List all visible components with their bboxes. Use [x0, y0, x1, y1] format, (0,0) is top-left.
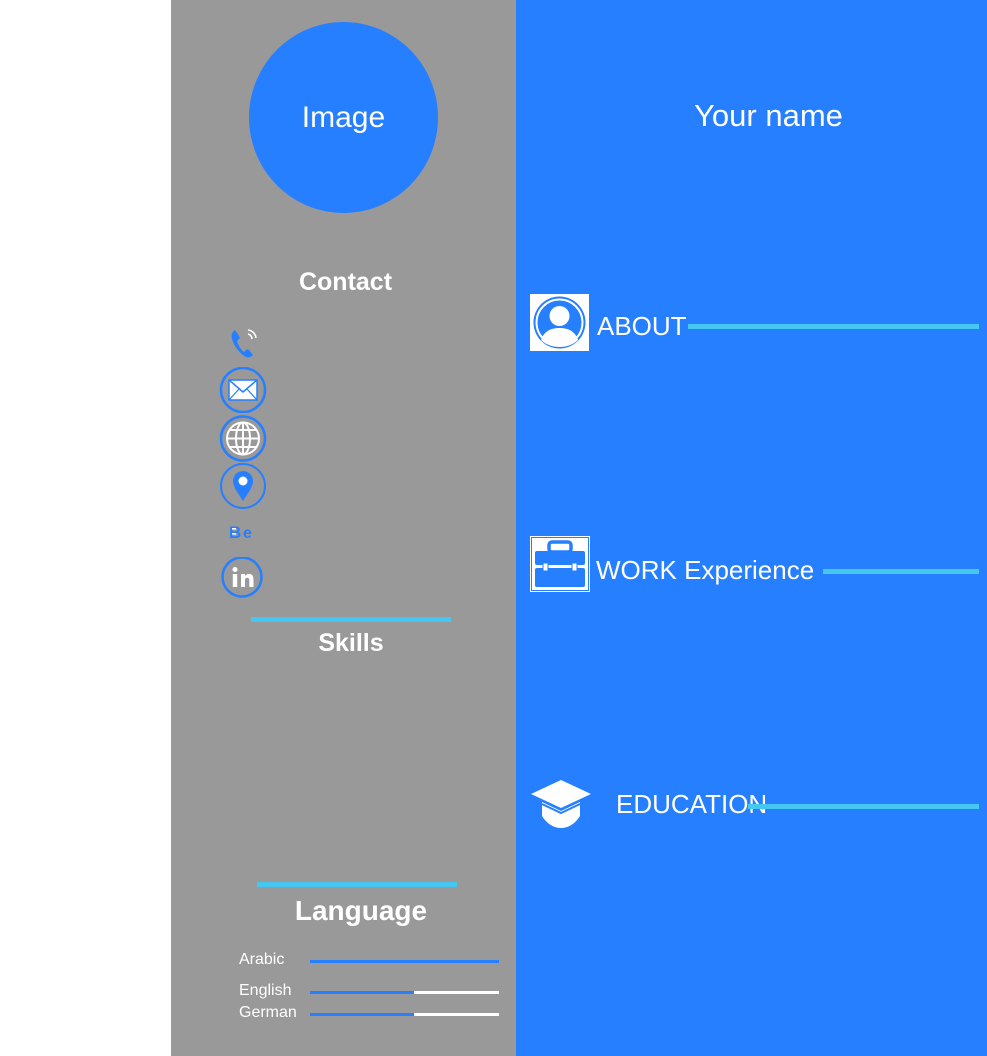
sidebar: Image Contact B e Skills Language Arabic… — [171, 0, 516, 1056]
about-section: ABOUT — [516, 294, 987, 354]
location-icon[interactable] — [219, 463, 267, 509]
language-heading: Language — [294, 895, 428, 926]
language-divider — [257, 882, 457, 887]
briefcase-icon — [530, 536, 590, 592]
svg-text:e: e — [243, 525, 252, 541]
about-label: ABOUT — [597, 311, 687, 341]
education-section: EDUCATION — [516, 776, 987, 836]
language-row: German — [239, 1003, 501, 1023]
behance-icon[interactable]: B e — [229, 523, 259, 541]
education-divider — [748, 804, 979, 809]
work-experience-label: WORK Experience — [596, 555, 815, 585]
graduation-cap-icon — [531, 780, 591, 828]
name-heading: Your name — [694, 98, 843, 133]
education-label: EDUCATION — [616, 789, 768, 819]
language-level-fill — [310, 991, 414, 994]
skills-divider — [251, 617, 451, 622]
user-profile-icon — [530, 294, 589, 351]
language-label: Arabic — [239, 951, 285, 968]
linkedin-icon[interactable] — [221, 557, 265, 599]
language-level-fill — [310, 1013, 414, 1016]
work-experience-divider — [823, 569, 979, 574]
globe-icon[interactable] — [219, 415, 267, 462]
photo-label: Image — [301, 100, 386, 134]
email-icon[interactable] — [219, 367, 267, 413]
language-label: English — [239, 982, 292, 999]
skills-heading: Skills — [318, 629, 384, 657]
language-level-fill — [310, 960, 499, 963]
language-row: Arabic — [239, 950, 501, 970]
svg-text:B: B — [229, 523, 241, 541]
work-experience-section: WORK Experience — [516, 536, 987, 594]
language-level-bar — [310, 960, 499, 963]
phone-icon[interactable] — [228, 326, 260, 360]
main-panel: Your name ABOUT WORK Experience EDUCATIO… — [516, 0, 987, 1056]
language-label: German — [239, 1004, 297, 1021]
language-level-bar — [310, 1013, 499, 1016]
profile-photo-placeholder[interactable]: Image — [249, 22, 438, 213]
language-row: English — [239, 981, 501, 1001]
language-level-bar — [310, 991, 499, 994]
contact-heading: Contact — [298, 268, 393, 296]
about-divider — [688, 324, 979, 329]
